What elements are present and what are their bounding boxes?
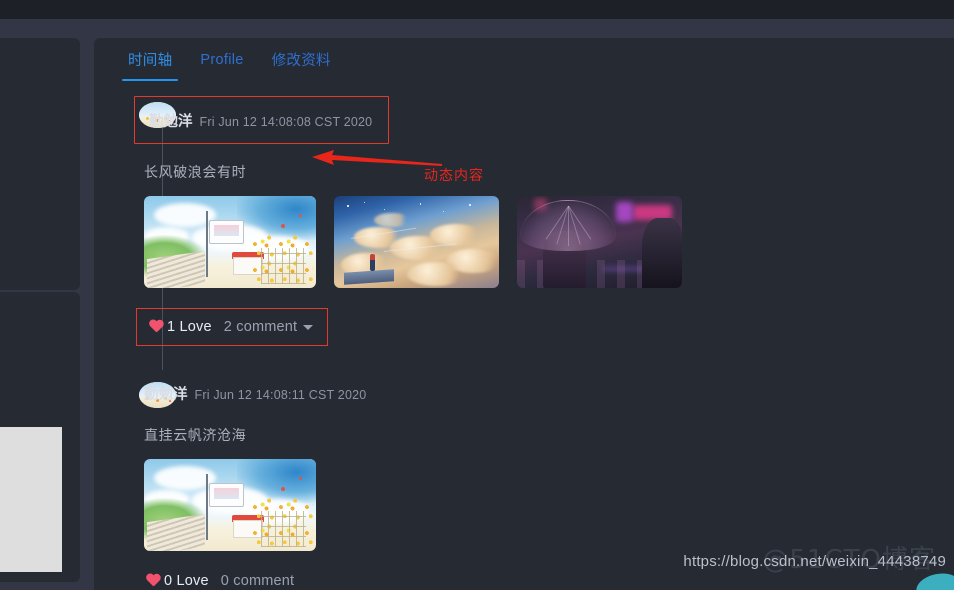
entry-reaction-bar-highlighted: 1 Love 2 comment (136, 308, 329, 346)
tab-timeline[interactable]: 时间轴 (114, 38, 186, 81)
annotation-arrow (312, 146, 442, 170)
tab-profile[interactable]: Profile (186, 38, 257, 81)
entry-author[interactable]: 勤勉洋 (144, 383, 188, 404)
browser-top-bar (0, 0, 954, 19)
entry-timestamp: Fri Jun 12 14:08:08 CST 2020 (199, 115, 373, 129)
tab-profile-label: Profile (200, 51, 244, 68)
heart-icon[interactable] (146, 574, 161, 588)
left-sidebar-image-placeholder (0, 427, 62, 572)
timeline-list: 勤勉洋 Fri Jun 12 14:08:08 CST 2020 长风破浪会有时 (94, 88, 954, 590)
post-image-thumbnail[interactable] (517, 196, 682, 288)
entry-text: 长风破浪会有时 (144, 164, 247, 180)
entry-reaction-bar: 0 Love 0 comment (144, 571, 296, 590)
tab-edit-profile[interactable]: 修改资料 (258, 38, 345, 81)
heart-icon[interactable] (149, 320, 164, 334)
tab-edit-profile-label: 修改资料 (271, 53, 331, 69)
entry-images (144, 459, 954, 551)
post-image-thumbnail[interactable] (334, 196, 499, 288)
post-image-thumbnail[interactable] (144, 196, 316, 288)
comment-count[interactable]: 2 comment (224, 319, 298, 335)
entry-text: 直挂云帆济沧海 (144, 427, 247, 443)
entry-author[interactable]: 勤勉洋 (149, 110, 193, 131)
arrow-left-icon (312, 150, 442, 166)
profile-card: 时间轴 Profile 修改资料 勤勉洋 Fri Jun 12 14:08:08… (94, 38, 954, 590)
comment-count[interactable]: 0 comment (221, 573, 295, 589)
love-count[interactable]: 1 Love (167, 319, 212, 335)
love-count[interactable]: 0 Love (164, 573, 209, 589)
entry-header-highlighted: 勤勉洋 Fri Jun 12 14:08:08 CST 2020 (134, 96, 390, 144)
entry-timestamp: Fri Jun 12 14:08:11 CST 2020 (194, 388, 367, 402)
screenshot-root: 时间轴 Profile 修改资料 勤勉洋 Fri Jun 12 14:08:08… (0, 0, 954, 590)
watermark-url: https://blog.csdn.net/weixin_44438749 (683, 553, 946, 570)
left-sidebar-panel-top (0, 38, 80, 290)
entry-images (144, 196, 954, 288)
profile-tabs: 时间轴 Profile 修改资料 (94, 38, 954, 81)
annotation-label: 动态内容 (424, 167, 484, 183)
post-image-thumbnail[interactable] (144, 459, 316, 551)
timeline-entry: 勤勉洋 Fri Jun 12 14:08:08 CST 2020 长风破浪会有时 (94, 88, 954, 346)
entry-header: 勤勉洋 Fri Jun 12 14:08:11 CST 2020 (142, 380, 368, 407)
tab-timeline-label: 时间轴 (128, 53, 173, 69)
chevron-down-icon[interactable] (303, 324, 314, 330)
